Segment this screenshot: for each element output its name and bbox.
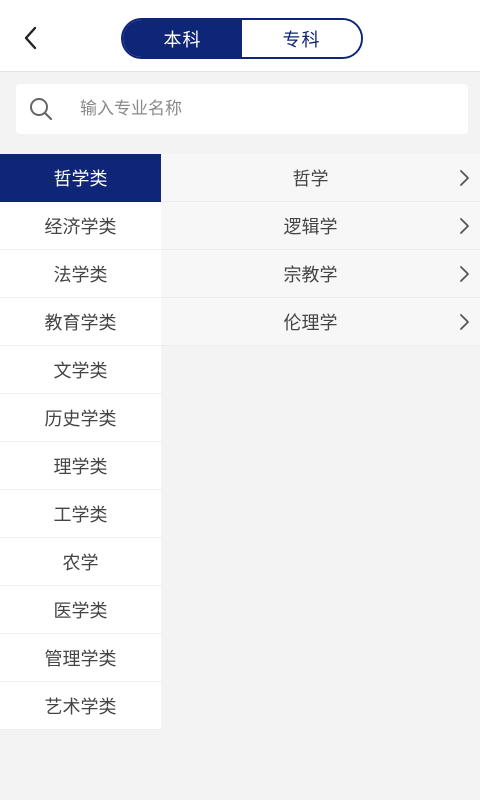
back-button[interactable] <box>20 24 44 52</box>
major-item[interactable]: 宗教学 <box>161 250 480 298</box>
category-item-education[interactable]: 教育学类 <box>0 298 161 346</box>
category-item-management[interactable]: 管理学类 <box>0 634 161 682</box>
search-input[interactable] <box>80 93 450 125</box>
category-list: 哲学类 经济学类 法学类 教育学类 文学类 历史学类 理学类 工学类 农学 医学… <box>0 154 161 730</box>
category-item-arts[interactable]: 艺术学类 <box>0 682 161 730</box>
major-label: 逻辑学 <box>283 216 338 238</box>
major-item[interactable]: 哲学 <box>161 154 480 202</box>
category-item-medicine[interactable]: 医学类 <box>0 586 161 634</box>
category-item-law[interactable]: 法学类 <box>0 250 161 298</box>
chevron-right-icon <box>460 218 469 234</box>
top-bar: 本科 专科 <box>0 0 480 72</box>
category-item-science[interactable]: 理学类 <box>0 442 161 490</box>
category-item-literature[interactable]: 文学类 <box>0 346 161 394</box>
major-label: 伦理学 <box>283 312 338 334</box>
major-label: 哲学 <box>292 168 329 190</box>
major-item[interactable]: 逻辑学 <box>161 202 480 250</box>
chevron-right-icon <box>460 314 469 330</box>
category-item-agriculture[interactable]: 农学 <box>0 538 161 586</box>
category-item-engineering[interactable]: 工学类 <box>0 490 161 538</box>
chevron-right-icon <box>460 170 469 186</box>
category-item-history[interactable]: 历史学类 <box>0 394 161 442</box>
chevron-left-icon <box>24 26 37 50</box>
search-icon <box>30 98 53 121</box>
major-list: 哲学 逻辑学 宗教学 伦理学 <box>161 154 480 346</box>
major-label: 宗教学 <box>283 264 338 286</box>
tab-junior-college[interactable]: 专科 <box>242 20 361 57</box>
degree-level-toggle: 本科 专科 <box>121 18 363 59</box>
category-item-economics[interactable]: 经济学类 <box>0 202 161 250</box>
chevron-right-icon <box>460 266 469 282</box>
major-item[interactable]: 伦理学 <box>161 298 480 346</box>
tab-undergraduate[interactable]: 本科 <box>123 20 242 57</box>
category-item-philosophy[interactable]: 哲学类 <box>0 154 161 202</box>
search-bar <box>16 84 468 134</box>
